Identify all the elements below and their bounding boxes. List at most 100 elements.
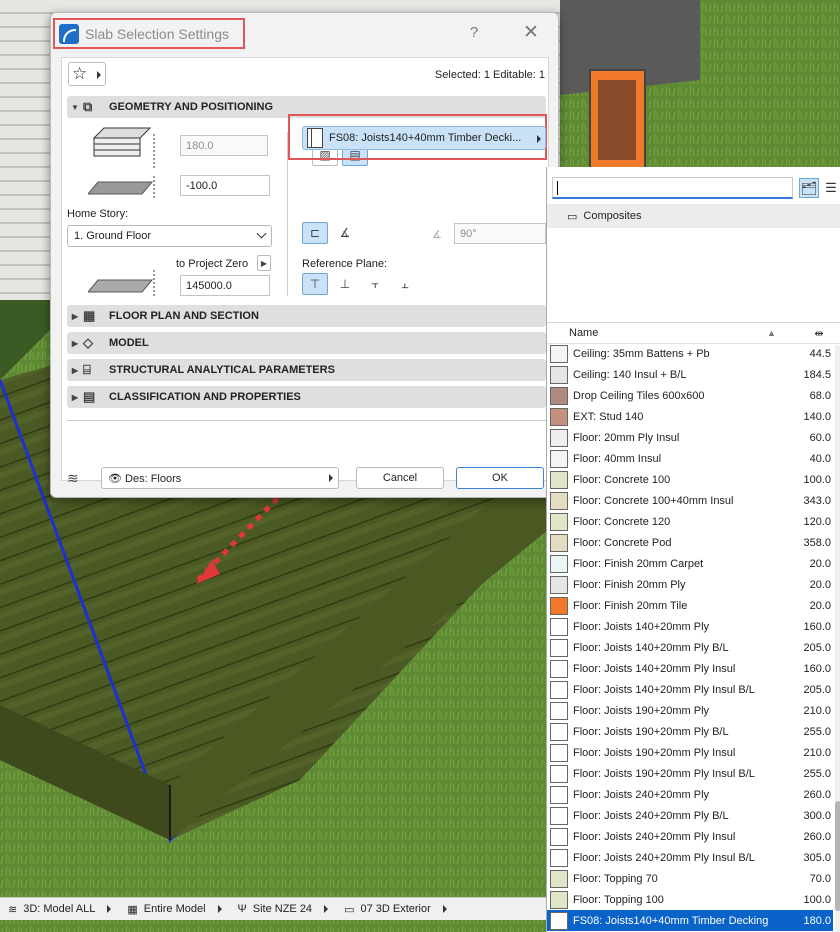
list-item[interactable]: Floor: Topping 100 100.0 <box>547 889 833 910</box>
divider <box>67 420 546 421</box>
list-item[interactable]: Floor: Joists 240+20mm Ply B/L 300.0 <box>547 805 833 826</box>
statusbar-item[interactable]: ≋ 3D: Model ALL <box>0 898 119 920</box>
favorites-button[interactable]: ☆ <box>68 62 106 86</box>
list-item[interactable]: Floor: Topping 70 70.0 <box>547 868 833 889</box>
hatch-swatch-icon <box>550 533 568 552</box>
slab-selection-settings-dialog: Slab Selection Settings ? ✕ ☆ Selected: … <box>50 12 559 498</box>
list-view-button[interactable]: ☰ <box>821 178 840 198</box>
list-item[interactable]: Floor: Joists 140+20mm Ply Insul 160.0 <box>547 658 833 679</box>
statusbar-label: Entire Model <box>143 903 206 915</box>
list-item[interactable]: Floor: Joists 240+20mm Ply Insul B/L 305.… <box>547 847 833 868</box>
list-item[interactable]: Ceiling: 140 Insul + B/L 184.5 <box>547 364 833 385</box>
item-name: Floor: Joists 140+20mm Ply B/L <box>573 641 729 654</box>
arrow-right-icon <box>107 905 112 913</box>
slab-angled-button[interactable]: ∡ <box>332 222 358 244</box>
slab-horizontal-button[interactable]: ⊏ <box>302 222 328 244</box>
panel-model-header[interactable]: ▶ ◇ MODEL <box>67 332 546 354</box>
list-item[interactable]: Floor: Joists 140+20mm Ply B/L 205.0 <box>547 637 833 658</box>
list-item[interactable]: Floor: Joists 190+20mm Ply 210.0 <box>547 700 833 721</box>
hatch-swatch-icon <box>550 722 568 741</box>
item-thickness: 100.0 <box>803 473 831 486</box>
list-item[interactable]: Drop Ceiling Tiles 600x600 68.0 <box>547 385 833 406</box>
composite-select[interactable]: FS08: Joists140+40mm Timber Decki... <box>302 126 546 150</box>
ref-plane-core-bottom-button[interactable]: ⫠ <box>392 273 418 295</box>
scroll-thumb[interactable] <box>835 801 840 911</box>
list-item[interactable]: Floor: Joists 190+20mm Ply Insul 210.0 <box>547 742 833 763</box>
list-item[interactable]: EXT: Stud 140 140.0 <box>547 406 833 427</box>
folder-view-button[interactable]: 🗂 <box>799 178 819 198</box>
hatch-swatch-icon <box>550 869 568 888</box>
hatch-swatch-icon <box>550 806 568 825</box>
statusbar-item[interactable]: Ψ Site NZE 24 <box>230 898 337 920</box>
list-item[interactable]: Floor: Finish 20mm Carpet 20.0 <box>547 553 833 574</box>
eye-icon: 👁 <box>108 473 122 485</box>
hatch-swatch-icon <box>550 827 568 846</box>
list-item[interactable]: Floor: Concrete 100 100.0 <box>547 469 833 490</box>
ok-button[interactable]: OK <box>456 467 544 489</box>
layer-select[interactable]: 👁 Des: Floors <box>101 467 339 489</box>
folder-row-composites[interactable]: ▭ Composites <box>547 204 840 228</box>
help-button[interactable]: ? <box>464 23 484 43</box>
panel-classification-header[interactable]: ▶ ▤ CLASSIFICATION AND PROPERTIES <box>67 386 546 408</box>
elevation-field[interactable]: 145000.0 <box>180 275 270 296</box>
composite-list: Ceiling: 35mm Battens + Pb 44.5 Ceiling: 1… <box>547 343 833 931</box>
list-item[interactable]: Floor: Joists 190+20mm Ply B/L 255.0 <box>547 721 833 742</box>
expand-triangle-icon: ▶ <box>71 338 79 348</box>
item-thickness: 20.0 <box>809 599 831 612</box>
list-item[interactable]: FS08: Joists140+40mm Timber Decking 180.0 <box>547 910 833 931</box>
column-name-header[interactable]: Name <box>569 327 767 339</box>
hatch-swatch-icon <box>550 848 568 867</box>
list-item[interactable]: Floor: 40mm Insul 40.0 <box>547 448 833 469</box>
list-item[interactable]: Floor: Joists 140+20mm Ply Insul B/L 205.… <box>547 679 833 700</box>
angle-field[interactable]: 90° <box>454 223 546 244</box>
expand-triangle-icon: ▶ <box>71 365 79 375</box>
statusbar-item[interactable]: ▦ Entire Model <box>119 898 229 920</box>
dialog-titlebar[interactable]: Slab Selection Settings ? ✕ <box>51 13 558 53</box>
arrow-right-icon <box>324 905 329 913</box>
statusbar-item[interactable]: ▭ 07 3D Exterior <box>336 898 455 920</box>
hatch-swatch-icon <box>550 554 568 573</box>
list-item[interactable]: Floor: Joists 190+20mm Ply Insul B/L 255.… <box>547 763 833 784</box>
cancel-button[interactable]: Cancel <box>356 467 444 489</box>
list-item[interactable]: Floor: Concrete 120 120.0 <box>547 511 833 532</box>
item-thickness: 255.0 <box>803 725 831 738</box>
panel-structural-header[interactable]: ▶ ⌸ STRUCTURAL ANALYTICAL PARAMETERS <box>67 359 546 381</box>
item-name: EXT: Stud 140 <box>573 410 644 423</box>
chevron-down-icon <box>256 228 267 239</box>
item-name: Floor: Topping 100 <box>573 893 664 906</box>
ref-plane-core-top-button[interactable]: ⫟ <box>362 273 388 295</box>
offset-field[interactable]: -100.0 <box>180 175 270 196</box>
item-name: Floor: Joists 140+20mm Ply <box>573 620 710 633</box>
ref-plane-bottom-button[interactable]: ⊥ <box>332 273 358 295</box>
item-thickness: 305.0 <box>803 851 831 864</box>
picker-search-input[interactable] <box>552 177 793 199</box>
item-thickness: 255.0 <box>803 767 831 780</box>
reference-level-toggle[interactable]: ▶ <box>257 255 271 271</box>
item-name: FS08: Joists140+40mm Timber Decking <box>573 914 769 927</box>
list-item[interactable]: Floor: Concrete Pod 358.0 <box>547 532 833 553</box>
item-name: Floor: Concrete 100+40mm Insul <box>573 494 734 507</box>
item-thickness: 40.0 <box>809 452 831 465</box>
panel-floor-plan-header[interactable]: ▶ ▦ FLOOR PLAN AND SECTION <box>67 305 546 327</box>
to-project-zero-label: to Project Zero <box>176 258 249 270</box>
list-item[interactable]: Floor: Finish 20mm Ply 20.0 <box>547 574 833 595</box>
slab-offset-diagram-icon <box>88 176 155 200</box>
list-item[interactable]: Floor: Joists 140+20mm Ply 160.0 <box>547 616 833 637</box>
list-item[interactable]: Floor: Joists 240+20mm Ply 260.0 <box>547 784 833 805</box>
hatch-swatch-icon <box>550 428 568 447</box>
ref-plane-top-button[interactable]: ⊤ <box>302 273 328 295</box>
status-bar: ≋ 3D: Model ALL ▦ Entire Model Ψ Site NZE 24 ▭… <box>0 897 546 920</box>
list-item[interactable]: Floor: Finish 20mm Tile 20.0 <box>547 595 833 616</box>
thickness-field[interactable]: 180.0 <box>180 135 268 156</box>
list-item[interactable]: Floor: Concrete 100+40mm Insul 343.0 <box>547 490 833 511</box>
dialog-footer: ≋ 👁 Des: Floors Cancel OK <box>51 465 558 495</box>
close-button[interactable]: ✕ <box>521 23 541 43</box>
home-story-select[interactable]: 1. Ground Floor <box>67 225 272 247</box>
list-item[interactable]: Ceiling: 35mm Battens + Pb 44.5 <box>547 343 833 364</box>
list-item[interactable]: Floor: 20mm Ply Insul 60.0 <box>547 427 833 448</box>
list-scrollbar[interactable] <box>835 345 840 932</box>
thickness-column-icon[interactable]: ⇹ <box>797 327 840 340</box>
composite-swatch-icon <box>307 128 323 148</box>
list-item[interactable]: Floor: Joists 240+20mm Ply Insul 260.0 <box>547 826 833 847</box>
item-thickness: 160.0 <box>803 662 831 675</box>
